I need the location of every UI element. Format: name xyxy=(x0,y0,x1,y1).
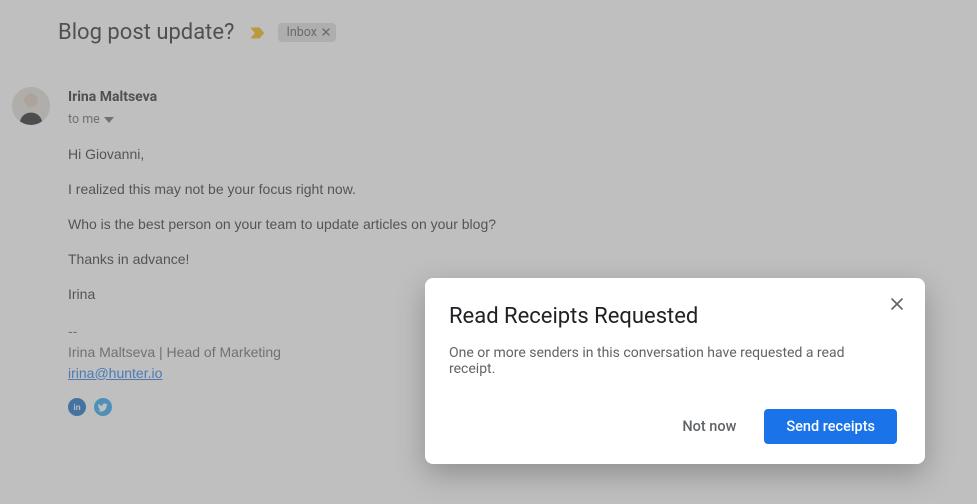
twitter-icon[interactable] xyxy=(94,398,112,416)
recipient-summary[interactable]: to me xyxy=(68,111,100,130)
signature-email[interactable]: irina@hunter.io xyxy=(68,365,162,381)
remove-label-icon[interactable] xyxy=(321,26,331,40)
read-receipt-dialog: Read Receipts Requested One or more send… xyxy=(425,278,925,464)
email-subject: Blog post update? xyxy=(58,20,234,45)
sender-avatar[interactable] xyxy=(12,87,50,125)
email-body-line: Hi Giovanni, xyxy=(68,144,965,165)
svg-text:in: in xyxy=(73,403,80,412)
sender-name[interactable]: Irina Maltseva xyxy=(68,87,965,108)
close-icon[interactable] xyxy=(885,292,909,316)
not-now-button[interactable]: Not now xyxy=(678,409,740,444)
inbox-label-chip[interactable]: Inbox xyxy=(278,23,336,42)
email-body-line: I realized this may not be your focus ri… xyxy=(68,179,965,200)
thread-header: Blog post update? Inbox xyxy=(58,0,977,45)
email-body-line: Who is the best person on your team to u… xyxy=(68,214,965,235)
dialog-actions: Not now Send receipts xyxy=(449,409,897,444)
dialog-title: Read Receipts Requested xyxy=(449,304,897,329)
show-details-icon[interactable] xyxy=(104,111,114,130)
linkedin-icon[interactable]: in xyxy=(68,398,86,416)
inbox-label-text: Inbox xyxy=(286,25,317,40)
email-body-line: Thanks in advance! xyxy=(68,249,965,270)
dialog-body: One or more senders in this conversation… xyxy=(449,345,887,377)
important-marker-icon[interactable] xyxy=(248,26,268,40)
send-receipts-button[interactable]: Send receipts xyxy=(764,409,897,444)
